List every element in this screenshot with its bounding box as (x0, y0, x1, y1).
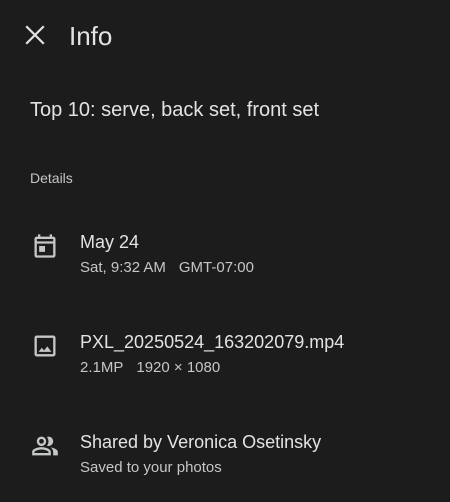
file-detail-row[interactable]: PXL_20250524_163202079.mp4 2.1MP 1920 × 1… (0, 330, 450, 390)
saved-status-text: Saved to your photos (80, 459, 222, 476)
time-value: Sat, 9:32 AM (80, 259, 166, 276)
time-text: Sat, 9:32 AM GMT-07:00 (80, 258, 254, 278)
shared-by-text: Shared by Veronica Osetinsky (80, 432, 322, 452)
info-header: Info (0, 0, 450, 72)
caption-text[interactable]: Top 10: serve, back set, front set (30, 96, 430, 124)
close-icon (25, 25, 45, 45)
people-icon (31, 432, 59, 460)
image-icon (31, 332, 59, 360)
timezone-value: GMT-07:00 (178, 259, 254, 276)
date-text: May 24 (80, 232, 140, 252)
file-specs-text: 2.1MP 1920 × 1080 (80, 358, 220, 378)
page-title: Info (69, 21, 113, 51)
megapixels-value: 2.1MP (80, 359, 124, 376)
close-button[interactable] (19, 19, 51, 51)
date-detail-row[interactable]: May 24 Sat, 9:32 AM GMT-07:00 (0, 230, 450, 290)
shared-detail-row[interactable]: Shared by Veronica Osetinsky Saved to yo… (0, 430, 450, 490)
calendar-icon (31, 232, 59, 260)
filename-text: PXL_20250524_163202079.mp4 (80, 332, 345, 352)
resolution-value: 1920 × 1080 (136, 359, 221, 376)
details-section-label: Details (30, 170, 73, 186)
